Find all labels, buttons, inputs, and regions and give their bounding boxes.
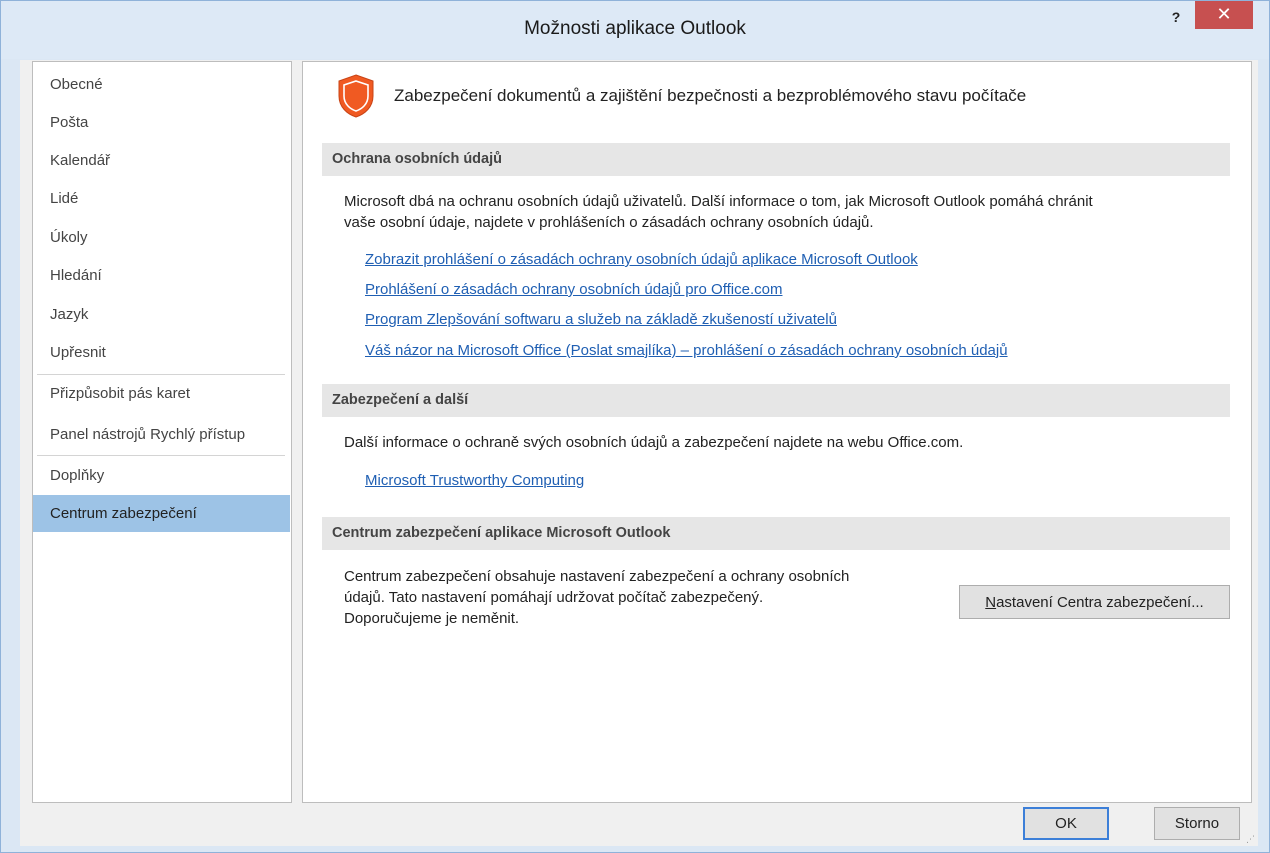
link-ceip[interactable]: Program Zlepšování softwaru a služeb na … [365, 311, 837, 328]
sidebar-item-search[interactable]: Hledání [33, 257, 290, 294]
sidebar-item-language[interactable]: Jazyk [33, 296, 290, 333]
sidebar-item-quick-access-toolbar[interactable]: Panel nástrojů Rychlý přístup [33, 416, 290, 453]
sidebar-nav: Obecné Pošta Kalendář Lidé Úkoly Hledání… [32, 61, 292, 803]
ok-button[interactable]: OK [1023, 807, 1109, 840]
privacy-text-line1: Microsoft dbá na ochranu osobních údajů … [344, 193, 1093, 210]
section-header-security: Zabezpečení a další [322, 384, 1230, 417]
privacy-text-line2: vaše osobní údaje, najdete v prohlášeníc… [344, 214, 874, 231]
sidebar-item-tasks[interactable]: Úkoly [33, 219, 290, 256]
link-trustworthy-computing[interactable]: Microsoft Trustworthy Computing [365, 472, 584, 489]
sidebar-divider [37, 455, 285, 456]
sidebar-item-calendar[interactable]: Kalendář [33, 142, 290, 179]
sidebar-item-addins[interactable]: Doplňky [33, 457, 290, 494]
section-header-trust-center: Centrum zabezpečení aplikace Microsoft O… [322, 517, 1230, 550]
window-title: Možnosti aplikace Outlook [524, 18, 746, 39]
content-panel: Zabezpečení dokumentů a zajištění bezpeč… [302, 61, 1252, 803]
dialog-client: Obecné Pošta Kalendář Lidé Úkoly Hledání… [20, 60, 1258, 846]
cancel-button[interactable]: Storno [1154, 807, 1240, 840]
trust-center-settings-label: astavení Centra zabezpečení... [996, 593, 1204, 611]
sidebar-item-trust-center[interactable]: Centrum zabezpečení [33, 495, 290, 532]
close-icon[interactable]: ✕ [1195, 1, 1253, 29]
trust-center-settings-accel: N [985, 593, 997, 611]
sidebar-item-people[interactable]: Lidé [33, 180, 290, 217]
link-office-com-privacy-statement[interactable]: Prohlášení o zásadách ochrany osobních ú… [365, 281, 782, 298]
resize-grip-icon[interactable]: ⋰ [1246, 834, 1256, 844]
trust-center-text-line3: Doporučujeme je neměnit. [344, 610, 520, 627]
trust-center-text-line2: údajů. Tato nastavení pomáhají udržovat … [344, 589, 764, 606]
sidebar-item-mail[interactable]: Pošta [33, 104, 290, 141]
page-heading: Zabezpečení dokumentů a zajištění bezpeč… [394, 86, 1027, 105]
sidebar-item-customize-ribbon[interactable]: Přizpůsobit pás karet [33, 375, 290, 412]
link-send-a-smile-privacy[interactable]: Váš názor na Microsoft Office (Poslat sm… [365, 342, 1008, 359]
sidebar-item-advanced[interactable]: Upřesnit [33, 334, 290, 371]
sidebar-item-general[interactable]: Obecné [33, 66, 290, 103]
shield-icon [338, 74, 374, 118]
security-text: Další informace o ochraně svých osobních… [344, 434, 964, 451]
section-header-privacy: Ochrana osobních údajů [322, 143, 1230, 176]
help-icon[interactable]: ? [1165, 7, 1187, 27]
trust-center-text-line1: Centrum zabezpečení obsahuje nastavení z… [344, 568, 850, 585]
trust-center-settings-button[interactable]: Nastavení Centra zabezpečení... [959, 585, 1230, 619]
options-dialog: Možnosti aplikace Outlook ? ✕ Obecné Poš… [0, 0, 1270, 853]
title-bar: Možnosti aplikace Outlook ? ✕ [1, 1, 1269, 59]
link-outlook-privacy-statement[interactable]: Zobrazit prohlášení o zásadách ochrany o… [365, 251, 918, 268]
